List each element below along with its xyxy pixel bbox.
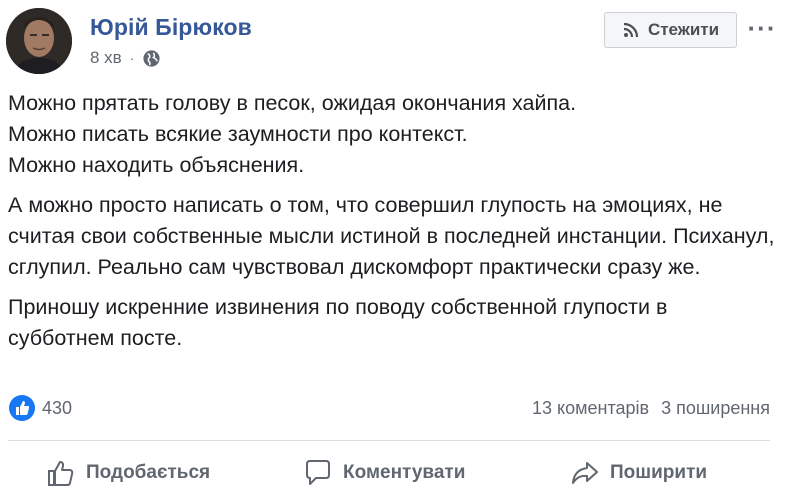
more-label: ··· xyxy=(747,13,777,43)
globe-icon[interactable] xyxy=(142,49,161,68)
post-time[interactable]: 8 хв xyxy=(90,48,122,68)
facebook-post: Юрій Бірюков 8 хв · Стежити ··· Можно пр… xyxy=(0,0,786,500)
like-label: Подобається xyxy=(86,462,211,483)
paragraph-1-line-1: Можно прятать голову в песок, ожидая око… xyxy=(8,91,577,115)
action-bar: Подобається Коментувати Поширити xyxy=(0,450,786,496)
rss-icon xyxy=(623,22,639,38)
avatar[interactable] xyxy=(6,8,72,74)
comments-count[interactable]: 13 коментарів xyxy=(532,398,649,419)
more-icon[interactable]: ··· xyxy=(746,14,778,42)
comment-label: Коментувати xyxy=(343,462,466,483)
divider xyxy=(8,440,770,441)
paragraph-3: Приношу искренние извинения по поводу со… xyxy=(8,295,668,350)
post-text: Можно прятать голову в песок, ожидая око… xyxy=(8,88,778,354)
shares-count[interactable]: 3 поширення xyxy=(661,398,770,419)
post-meta: 8 хв · xyxy=(90,48,161,68)
comment-icon xyxy=(306,460,330,485)
reactions-count: 430 xyxy=(42,397,73,418)
paragraph-1-line-2: Можно писать всякие заумности про контек… xyxy=(8,122,468,146)
thumbs-up-icon xyxy=(48,461,74,486)
share-icon xyxy=(572,462,598,484)
avatar-photo xyxy=(6,8,72,74)
like-button[interactable]: Подобається xyxy=(46,450,210,496)
author-name[interactable]: Юрій Бірюков xyxy=(90,14,252,41)
paragraph-1-line-3: Можно находить объяснения. xyxy=(8,153,305,177)
share-label: Поширити xyxy=(610,462,708,483)
paragraph-2: А можно просто написать о том, что совер… xyxy=(8,193,775,279)
share-button[interactable]: Поширити xyxy=(570,450,707,496)
like-reaction-icon xyxy=(9,395,35,421)
follow-label: Стежити xyxy=(647,20,720,39)
paragraph-1: Можно прятать голову в песок, ожидая око… xyxy=(8,88,778,181)
meta-separator: · xyxy=(129,50,135,66)
comment-button[interactable]: Коментувати xyxy=(303,450,465,496)
engagement-counts: 13 коментарів 3 поширення xyxy=(532,398,770,419)
follow-button[interactable]: Стежити xyxy=(604,12,737,48)
reactions-summary[interactable]: 430 xyxy=(8,394,72,422)
